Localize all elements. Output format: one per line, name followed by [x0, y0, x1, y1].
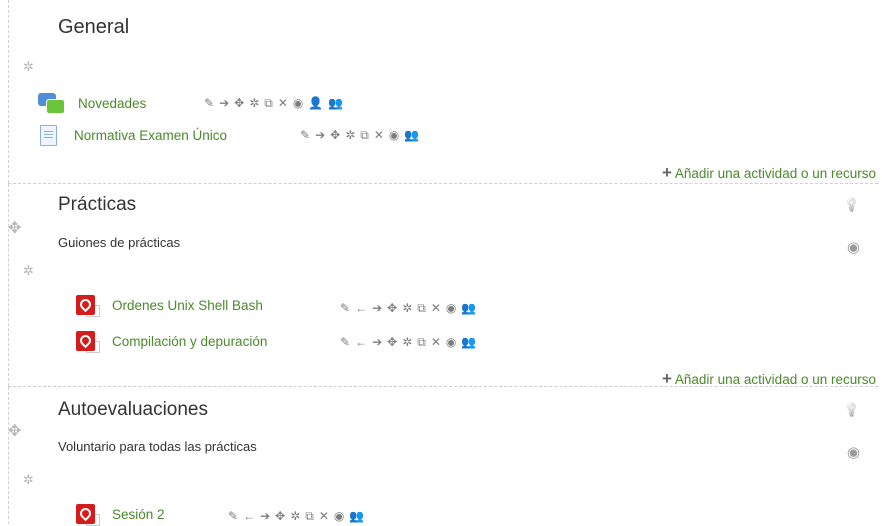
- section-summary: Voluntario para todas las prácticas: [58, 439, 257, 454]
- duplicate-icon[interactable]: ⧉: [417, 336, 426, 348]
- move-icon[interactable]: ✥: [8, 221, 21, 237]
- page-icon: [38, 125, 60, 146]
- assign-roles-icon[interactable]: 👥: [349, 510, 364, 522]
- settings-icon[interactable]: ✲: [345, 129, 355, 141]
- section-title: Prácticas: [58, 194, 137, 215]
- activity-forum: Novedades: [38, 92, 146, 114]
- gear-icon[interactable]: ✲: [23, 264, 34, 277]
- move-icon[interactable]: ✥: [8, 424, 21, 440]
- duplicate-icon[interactable]: ⧉: [360, 129, 369, 141]
- move-icon[interactable]: ✥: [234, 97, 244, 109]
- add-activity-label: Añadir una actividad o un recurso: [674, 371, 876, 387]
- highlight-icon[interactable]: 💡: [844, 198, 860, 211]
- edit-icon[interactable]: ✎: [340, 336, 350, 348]
- activity-tools: ✎ ← ➔ ✥ ✲ ⧉ ✕ ◉ 👥: [340, 336, 476, 348]
- edit-icon[interactable]: ✎: [204, 97, 214, 109]
- activity-pdf: Compilación y depuración: [76, 330, 267, 353]
- add-activity-label: Añadir una actividad o un recurso: [674, 165, 876, 181]
- move-icon[interactable]: ✥: [387, 302, 397, 314]
- move-icon[interactable]: ✥: [330, 129, 340, 141]
- visibility-icon[interactable]: ◉: [293, 97, 303, 109]
- section-title: General: [58, 16, 130, 38]
- move-icon[interactable]: ✥: [387, 336, 397, 348]
- activity-page: Normativa Examen Único: [38, 124, 227, 146]
- assign-roles-icon[interactable]: 👥: [404, 129, 419, 141]
- section-autoevaluaciones: Autoevaluaciones ✥ Voluntario para todas…: [0, 387, 882, 526]
- delete-icon[interactable]: ✕: [431, 302, 441, 314]
- settings-icon[interactable]: ✲: [290, 510, 300, 522]
- settings-icon[interactable]: ✲: [402, 302, 412, 314]
- settings-icon[interactable]: ✲: [402, 336, 412, 348]
- edit-icon[interactable]: ✎: [300, 129, 310, 141]
- activity-pdf: Ordenes Unix Shell Bash: [76, 294, 263, 317]
- duplicate-icon[interactable]: ⧉: [417, 302, 426, 314]
- visibility-icon[interactable]: ◉: [446, 302, 456, 314]
- delete-icon[interactable]: ✕: [374, 129, 384, 141]
- forum-icon: [38, 93, 65, 114]
- assign-roles-icon[interactable]: 👥: [328, 97, 343, 109]
- activity-link[interactable]: Novedades: [78, 96, 146, 111]
- visibility-icon[interactable]: ◉: [389, 129, 399, 141]
- section-title: Autoevaluaciones: [58, 399, 208, 420]
- move-left-icon[interactable]: ←: [243, 510, 255, 522]
- activity-link[interactable]: Ordenes Unix Shell Bash: [112, 298, 263, 313]
- duplicate-icon[interactable]: ⧉: [305, 510, 314, 522]
- activity-tools: ✎ ← ➔ ✥ ✲ ⧉ ✕ ◉ 👥: [340, 302, 476, 314]
- section-border: [8, 387, 9, 524]
- eye-icon[interactable]: ◉: [847, 445, 860, 460]
- pdf-icon: [76, 504, 100, 526]
- activity-tools: ✎ ➔ ✥ ✲ ⧉ ✕ ◉ 👤 👥: [204, 97, 343, 109]
- pdf-icon: [76, 295, 100, 317]
- activity-link[interactable]: Sesión 2: [112, 507, 165, 522]
- activity-tools: ✎ ← ➔ ✥ ✲ ⧉ ✕ ◉ 👥: [228, 510, 364, 522]
- move-right-icon[interactable]: ➔: [219, 97, 229, 109]
- section-border: [8, 184, 9, 386]
- duplicate-icon[interactable]: ⧉: [264, 97, 273, 109]
- activity-link[interactable]: Compilación y depuración: [112, 334, 267, 349]
- activity-link[interactable]: Normativa Examen Único: [74, 128, 227, 143]
- activity-tools: ✎ ➔ ✥ ✲ ⧉ ✕ ◉ 👥: [300, 129, 419, 141]
- assign-roles-icon[interactable]: 👥: [461, 302, 476, 314]
- assign-roles-icon[interactable]: 👥: [461, 336, 476, 348]
- section-general: General ✲ Novedades ✎ ➔ ✥ ✲ ⧉ ✕ ◉ 👤 👥 No…: [0, 0, 882, 183]
- move-left-icon[interactable]: ←: [355, 302, 367, 314]
- highlight-icon[interactable]: 💡: [844, 403, 860, 416]
- delete-icon[interactable]: ✕: [319, 510, 329, 522]
- edit-icon[interactable]: ✎: [340, 302, 350, 314]
- move-right-icon[interactable]: ➔: [372, 336, 382, 348]
- visibility-icon[interactable]: ◉: [334, 510, 344, 522]
- move-right-icon[interactable]: ➔: [315, 129, 325, 141]
- gear-icon[interactable]: ✲: [23, 473, 34, 486]
- group-mode-icon[interactable]: 👤: [308, 97, 323, 109]
- pdf-icon: [76, 331, 100, 353]
- move-icon[interactable]: ✥: [275, 510, 285, 522]
- plus-icon: +: [661, 163, 672, 182]
- edit-icon[interactable]: ✎: [228, 510, 238, 522]
- eye-icon[interactable]: ◉: [847, 240, 860, 255]
- settings-icon[interactable]: ✲: [249, 97, 259, 109]
- activity-pdf: Sesión 2: [76, 503, 165, 526]
- section-practicas: Prácticas ✥ Guiones de prácticas ✲ 💡 ◉ O…: [0, 184, 882, 388]
- move-left-icon[interactable]: ←: [355, 336, 367, 348]
- move-right-icon[interactable]: ➔: [372, 302, 382, 314]
- delete-icon[interactable]: ✕: [278, 97, 288, 109]
- section-border: [8, 0, 9, 183]
- add-activity-link[interactable]: + Añadir una actividad o un recurso: [662, 163, 876, 183]
- delete-icon[interactable]: ✕: [431, 336, 441, 348]
- gear-icon[interactable]: ✲: [23, 60, 34, 73]
- section-summary: Guiones de prácticas: [58, 235, 181, 250]
- move-right-icon[interactable]: ➔: [260, 510, 270, 522]
- visibility-icon[interactable]: ◉: [446, 336, 456, 348]
